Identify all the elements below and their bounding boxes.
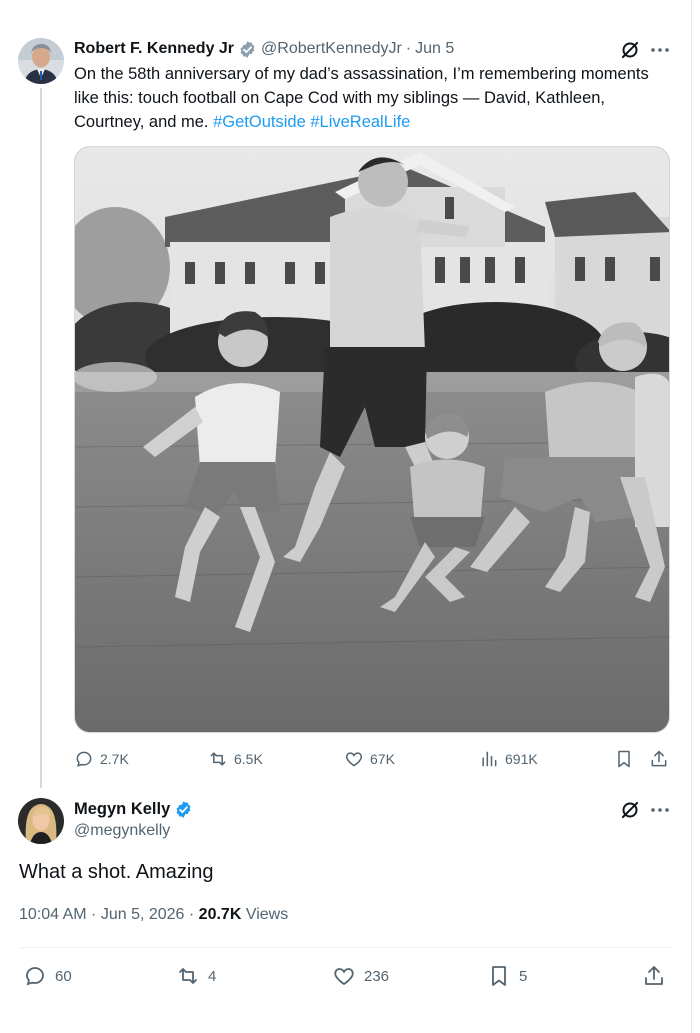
bookmark-icon [492,966,506,986]
like-count: 67K [370,751,395,767]
tweet-actions: 2.7K 6.5K 67K 691K [74,748,674,770]
grok-icon[interactable] [619,39,641,61]
reply-button[interactable]: 60 [23,962,72,990]
reply-actions: 60 4 236 5 [19,962,679,990]
views-count: 691K [505,751,538,767]
avatar[interactable] [18,38,64,84]
reply-count: 2.7K [100,751,129,767]
tweet-header: Robert F. Kennedy Jr @RobertKennedyJr · … [74,38,454,60]
bookmark-count: 5 [519,967,528,985]
like-button[interactable]: 236 [332,962,389,990]
author-name[interactable]: Megyn Kelly [74,800,170,819]
more-icon[interactable] [649,39,671,61]
author-handle[interactable]: @RobertKennedyJr [261,40,402,58]
reply-icon [26,967,44,986]
share-icon [651,750,667,767]
repost-button[interactable]: 4 [176,962,216,990]
like-icon [345,752,363,767]
like-count: 236 [364,967,390,985]
reply-views-label: Views [245,906,289,923]
reply-header: Megyn Kelly [74,798,197,820]
repost-count: 6.5K [234,751,263,767]
repost-icon [210,752,226,766]
like-icon [334,968,354,986]
reply-count: 60 [55,967,72,985]
author-name[interactable]: Robert F. Kennedy Jr [74,40,234,58]
views-button[interactable]: 691K [479,748,538,770]
tweet-text: On the 58th anniversary of my dad’s assa… [74,62,666,134]
reply-views-count: 20.7K [198,906,242,923]
reply-meta: 10:04 AM · Jun 5, 2026 · 20.7K Views [19,906,288,924]
more-icon[interactable] [649,799,671,821]
verified-badge-icon [240,40,255,58]
views-icon [482,751,497,767]
post-date[interactable]: Jun 5 [415,40,454,58]
like-button[interactable]: 67K [344,748,395,770]
repost-icon [179,968,197,984]
previous-content-edge [0,0,200,6]
avatar[interactable] [18,798,64,844]
share-button[interactable] [649,748,675,770]
verified-badge-icon [176,800,191,818]
repost-count: 4 [208,967,217,985]
separator-dot: · [405,40,412,57]
reply-icon [76,751,92,767]
bookmark-icon [618,750,630,768]
column-border [691,0,692,1033]
hashtag-get-outside[interactable]: #GetOutside [213,113,306,131]
author-handle[interactable]: @megynkelly [74,822,170,840]
reply-text: What a shot. Amazing [19,861,214,883]
share-button[interactable] [642,962,674,990]
bookmark-button[interactable]: 5 [487,962,527,990]
reply-timestamp[interactable]: 10:04 AM · Jun 5, 2026 · [19,906,194,923]
grok-icon[interactable] [619,799,641,821]
thread-line [40,88,42,788]
hashtag-live-real-life[interactable]: #LiveRealLife [310,113,410,131]
share-icon [645,966,663,985]
bookmark-button[interactable] [614,748,640,770]
divider [19,947,670,948]
repost-button[interactable]: 6.5K [208,748,263,770]
tweet-photo[interactable] [74,146,670,733]
reply-button[interactable]: 2.7K [74,748,129,770]
